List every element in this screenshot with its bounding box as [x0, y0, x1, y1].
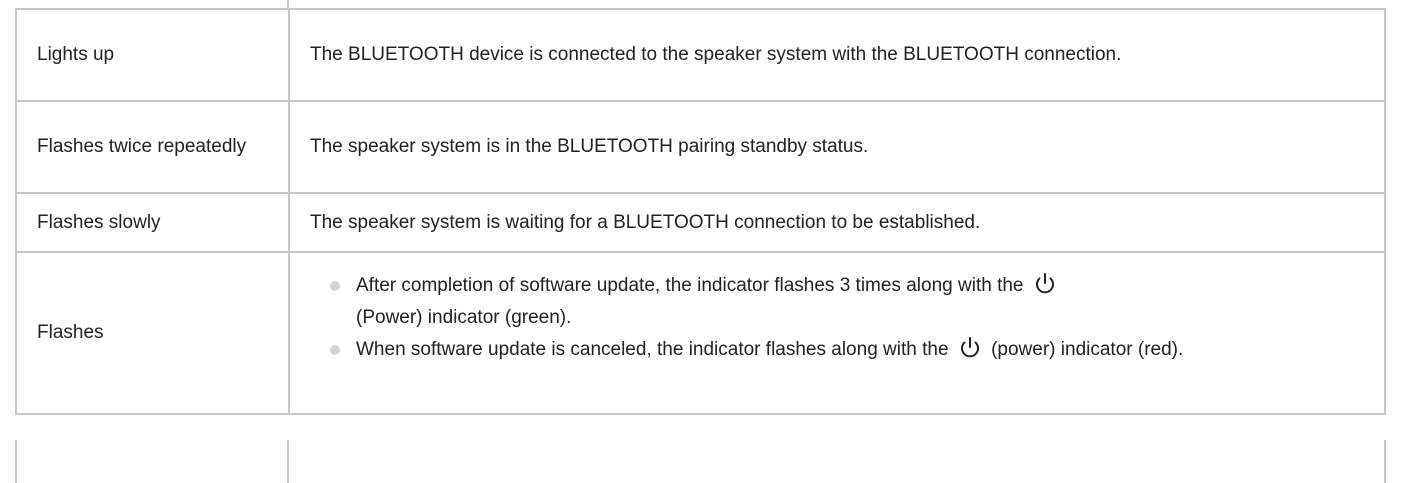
indicator-status-table: Lights up The BLUETOOTH device is connec…	[15, 8, 1386, 415]
table-row: Flashes slowly The speaker system is wai…	[15, 192, 1386, 253]
state-cell: Flashes	[15, 251, 290, 415]
table-row: Flashes After completion of software upd…	[15, 251, 1386, 415]
table-row: Flashes twice repeatedly The speaker sys…	[15, 100, 1386, 194]
bullet-icon	[330, 281, 340, 291]
state-cell: Flashes slowly	[15, 192, 290, 253]
bullet-text-after: (Power) indicator (green).	[356, 307, 572, 328]
state-cell: Lights up	[15, 8, 290, 102]
table-border-continuation	[15, 440, 17, 483]
state-cell: Flashes twice repeatedly	[15, 100, 290, 194]
bullet-text-before: When software update is canceled, the in…	[356, 339, 949, 360]
list-item: After completion of software update, the…	[330, 270, 1384, 334]
table-border-continuation	[1384, 440, 1386, 483]
description-cell: The speaker system is in the BLUETOOTH p…	[288, 100, 1386, 194]
description-cell: The speaker system is waiting for a BLUE…	[288, 192, 1386, 253]
description-cell: After completion of software update, the…	[288, 251, 1386, 415]
table-row: Lights up The BLUETOOTH device is connec…	[15, 8, 1386, 102]
power-icon	[960, 337, 979, 358]
bullet-text-before: After completion of software update, the…	[356, 275, 1024, 296]
list-item: When software update is canceled, the in…	[330, 334, 1384, 366]
description-cell: The BLUETOOTH device is connected to the…	[288, 8, 1386, 102]
bullet-text-after: (power) indicator (red).	[991, 339, 1184, 360]
table-border-continuation	[287, 440, 289, 483]
bullet-list: After completion of software update, the…	[310, 270, 1384, 396]
bullet-icon	[330, 345, 340, 355]
table-divider-stub	[287, 0, 289, 8]
power-icon	[1035, 273, 1054, 294]
